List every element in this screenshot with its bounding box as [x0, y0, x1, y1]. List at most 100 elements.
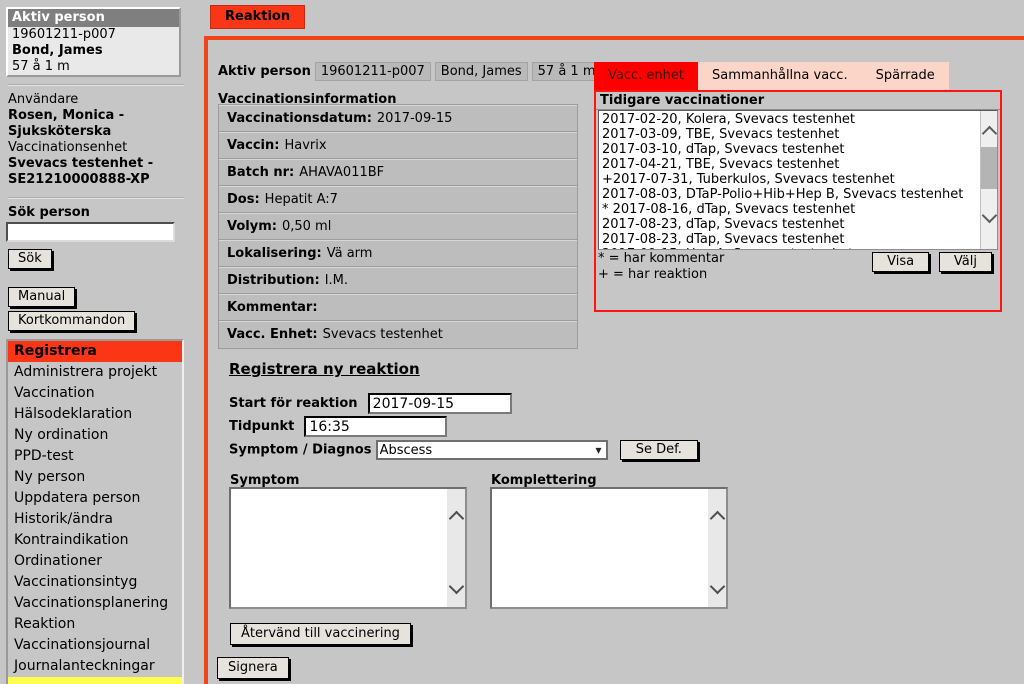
se-def-button[interactable]: Se Def. — [619, 440, 698, 460]
sidebar-item-highlighted[interactable] — [8, 677, 182, 684]
komplettering-scroll-up-icon[interactable] — [708, 509, 726, 527]
sidebar-item-administrera-projekt[interactable]: Administrera projekt — [8, 362, 182, 383]
return-to-vaccination-button[interactable]: Återvänd till vaccinering — [230, 623, 411, 645]
vaccination-info-label: Vaccinationsdatum: — [227, 111, 372, 126]
vaccination-info-label: Vacc. Enhet: — [227, 327, 318, 342]
vaccination-info-row: Lokalisering: Vä arm — [219, 240, 577, 267]
active-person-card-id: 19601211-p007 — [12, 27, 116, 42]
vaccination-info-row: Vaccin: Havrix — [219, 132, 577, 159]
scroll-up-icon[interactable] — [981, 125, 997, 142]
list-item[interactable]: 2017-02-20, Kolera, Svevacs testenhet — [599, 112, 997, 127]
active-person-card: Aktiv person 19601211-p007 Bond, James 5… — [6, 7, 181, 77]
vaccination-info-value: Vä arm — [326, 246, 373, 261]
list-item[interactable]: 2017-04-21, TBE, Svevacs testenhet — [599, 157, 997, 172]
sidebar-item-ordinationer[interactable]: Ordinationer — [8, 551, 182, 572]
previous-vaccinations-box: Tidigare vaccinationer 2017-02-20, Koler… — [594, 90, 1002, 312]
shortcuts-button[interactable]: Kortkommandon — [8, 311, 136, 331]
visa-button[interactable]: Visa — [872, 252, 930, 272]
active-person-age: 57 å 1 m — [531, 62, 602, 81]
vaccination-info-row: Batch nr: AHAVA011BF — [219, 159, 577, 186]
list-item[interactable]: 2017-08-03, DTaP-Polio+Hib+Hep B, Svevac… — [599, 187, 997, 202]
previous-vaccinations-panel: Vacc. enhet Sammanhållna vacc. Spärrade Ti… — [594, 62, 1002, 312]
sign-button[interactable]: Signera — [217, 657, 289, 679]
komplettering-scroll-down-icon[interactable] — [708, 577, 726, 595]
vaccination-info-table: Vaccinationsdatum: 2017-09-15 Vaccin: Havri… — [218, 104, 578, 349]
user-role: Sjuksköterska — [8, 124, 112, 139]
tab-sammanh-llna-vacc[interactable]: Sammanhållna vacc. — [697, 62, 862, 90]
sidebar-item-vaccinationsplanering[interactable]: Vaccinationsplanering — [8, 593, 182, 614]
sidebar-item-uppdatera-person[interactable]: Uppdatera person — [8, 488, 182, 509]
sidebar-item-registrera[interactable]: Registrera — [8, 341, 182, 362]
symptom-diagnosis-label: Symptom / Diagnos — [229, 442, 372, 458]
komplettering-textarea[interactable] — [490, 487, 728, 609]
vaccination-info-value: Svevacs testenhet — [322, 327, 443, 342]
unit-name: Svevacs testenhet - — [8, 156, 154, 171]
page-tab-reaktion[interactable]: Reaktion — [210, 5, 306, 29]
app-root: Aktiv person 19601211-p007 Bond, James 5… — [0, 0, 1024, 684]
list-item[interactable]: +2017-07-31, Tuberkulos, Svevacs testenh… — [599, 172, 997, 187]
divider-1 — [8, 84, 184, 86]
symptom-diagnosis-row: Symptom / Diagnos Abscess ▾ Se Def. — [229, 440, 698, 460]
list-item[interactable]: * 2017-08-16, dTap, Svevacs testenhet — [599, 202, 997, 217]
unit-id: SE21210000888-XP — [8, 172, 150, 187]
sidebar-item-vaccinationsintyg[interactable]: Vaccinationsintyg — [8, 572, 182, 593]
vaccination-info-row: Dos: Hepatit A:7 — [219, 186, 577, 213]
list-item[interactable]: 2017-03-09, TBE, Svevacs testenhet — [599, 127, 997, 142]
scroll-down-icon[interactable] — [981, 207, 997, 224]
symptom-scroll-down-icon[interactable] — [447, 577, 465, 595]
list-item[interactable]: 2017-03-10, dTap, Svevacs testenhet — [599, 142, 997, 157]
vacc-actions: Visa Välj — [872, 252, 992, 272]
sidebar-item-h-lsodeklaration[interactable]: Hälsodeklaration — [8, 404, 182, 425]
search-input[interactable] — [6, 222, 175, 242]
vacc-tabs: Vacc. enhet Sammanhållna vacc. Spärrade — [594, 62, 1002, 90]
list-item[interactable]: 2017-08-23, dTap, Svevacs testenhet — [599, 232, 997, 247]
previous-vaccinations-listbox[interactable]: 2017-02-20, Kolera, Svevacs testenhet 201… — [598, 110, 998, 250]
sidebar: Aktiv person 19601211-p007 Bond, James 5… — [0, 0, 192, 684]
vaccination-info-value: Havrix — [284, 138, 327, 153]
time-row: Tidpunkt — [229, 416, 448, 437]
sidebar-item-kontraindikation[interactable]: Kontraindikation — [8, 530, 182, 551]
time-input[interactable] — [304, 416, 448, 437]
symptom-scroll-up-icon[interactable] — [447, 509, 465, 527]
vaccination-info-label: Dos: — [227, 192, 260, 207]
listbox-scrollbar[interactable] — [980, 111, 997, 249]
sidebar-item-journalanteckningar[interactable]: Journalanteckningar — [8, 656, 182, 677]
sidebar-item-ppd-test[interactable]: PPD-test — [8, 446, 182, 467]
scrollbar-thumb[interactable] — [981, 147, 997, 189]
vaccination-info-row: Kommentar: — [219, 294, 577, 321]
user-label: Användare — [8, 92, 79, 107]
list-item[interactable]: 2017-09-15, Hep A, Svevacs testenhet — [599, 247, 997, 249]
start-date-input[interactable] — [367, 393, 512, 414]
user-name: Rosen, Monica - — [8, 108, 125, 123]
vaccination-info-value: I.M. — [324, 273, 349, 288]
vaccination-info-value: 0,50 ml — [281, 219, 332, 234]
tab-sp-rrade[interactable]: Spärrade — [861, 62, 949, 90]
sidebar-item-reaktion[interactable]: Reaktion — [8, 614, 182, 635]
symptom-textarea[interactable] — [229, 487, 467, 609]
symptom-textarea-scrollbar[interactable] — [447, 489, 465, 607]
active-person-card-header: Aktiv person — [8, 9, 179, 27]
vaccination-info-label: Lokalisering: — [227, 246, 322, 261]
active-person-card-age: 57 å 1 m — [12, 59, 70, 74]
search-button[interactable]: Sök — [8, 249, 52, 269]
komplettering-textarea-label: Komplettering — [491, 473, 597, 488]
register-reaction-title: Registrera ny reaktion — [229, 360, 420, 378]
vaccination-info-label: Vaccin: — [227, 138, 280, 153]
komplettering-textarea-scrollbar[interactable] — [708, 489, 726, 607]
sidebar-item-ny-person[interactable]: Ny person — [8, 467, 182, 488]
sidebar-item-vaccinationsjournal[interactable]: Vaccinationsjournal — [8, 635, 182, 656]
vaccination-info-label: Kommentar: — [227, 300, 318, 315]
active-person-bar: Aktiv person 19601211-p007 Bond, James 57 å… — [218, 62, 602, 81]
vaccination-info-row: Volym: 0,50 ml — [219, 213, 577, 240]
vaccination-info-label: Batch nr: — [227, 165, 295, 180]
symptom-diagnosis-select[interactable]: Abscess — [375, 440, 608, 460]
sidebar-item-ny-ordination[interactable]: Ny ordination — [8, 425, 182, 446]
manual-button[interactable]: Manual — [8, 287, 76, 307]
list-item[interactable]: 2017-08-23, dTap, Svevacs testenhet — [599, 217, 997, 232]
sidebar-item-vaccination[interactable]: Vaccination — [8, 383, 182, 404]
sidebar-item-historik-ndra[interactable]: Historik/ändra — [8, 509, 182, 530]
unit-label: Vaccinationsenhet — [8, 140, 128, 155]
vaccination-info-label: Distribution: — [227, 273, 320, 288]
valj-button[interactable]: Välj — [938, 252, 992, 272]
tab-vacc-enhet[interactable]: Vacc. enhet — [594, 62, 698, 90]
